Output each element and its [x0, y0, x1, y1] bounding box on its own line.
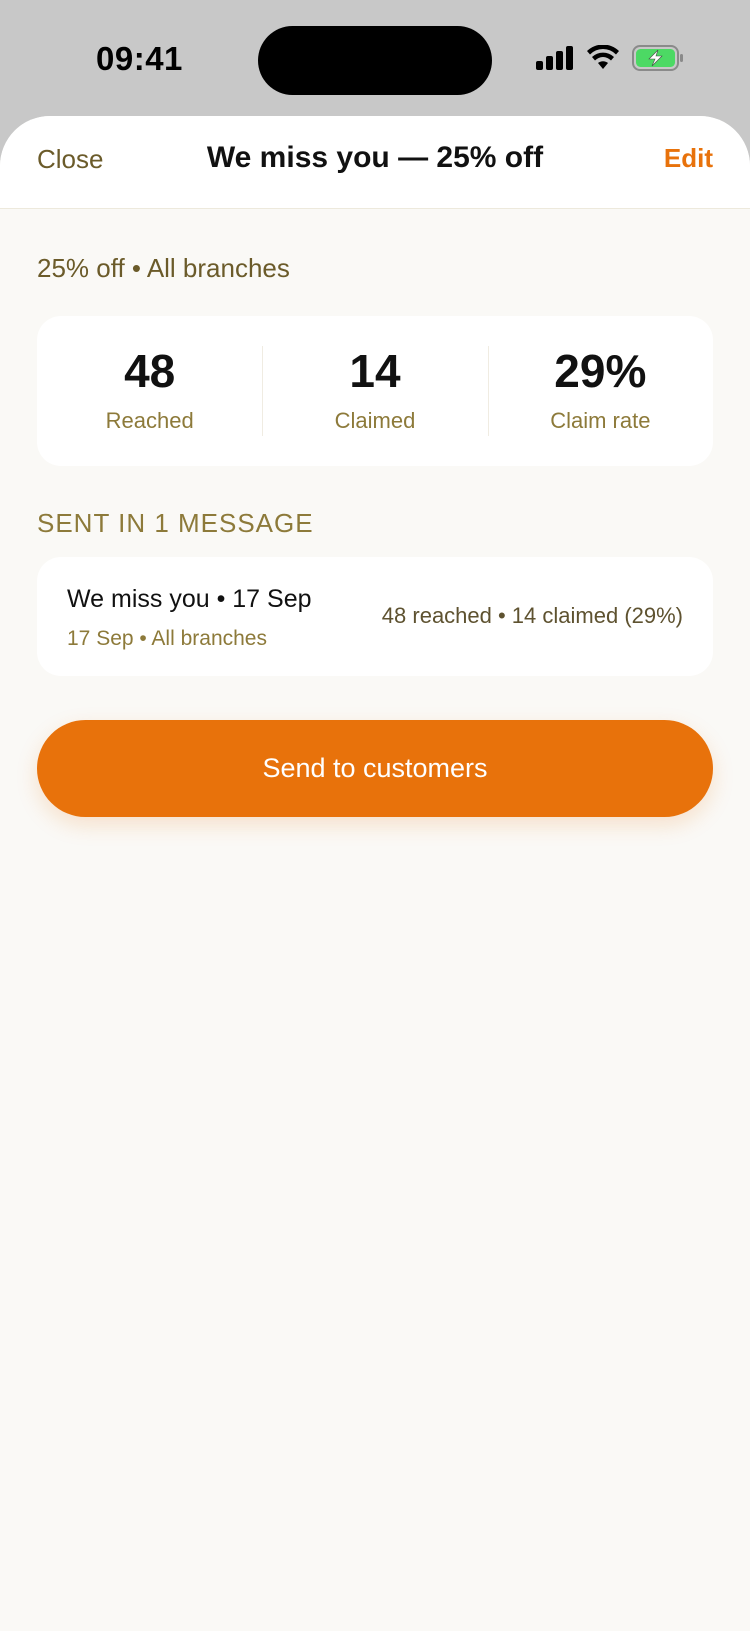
- page-title: We miss you — 25% off: [206, 141, 544, 174]
- send-to-customers-button[interactable]: Send to customers: [37, 720, 713, 817]
- stat-label: Claim rate: [550, 408, 651, 433]
- stat-label: Reached: [105, 408, 194, 433]
- offer-summary: 25% off • All branches: [37, 253, 290, 283]
- stats-card: 48 Reached 14 Claimed 29% Claim rate: [37, 316, 713, 466]
- message-title: We miss you • 17 Sep: [67, 585, 312, 613]
- stat-claimed: 14 Claimed: [262, 316, 487, 466]
- cellular-signal-icon: [536, 45, 574, 75]
- battery-charging-icon: [632, 44, 684, 76]
- sheet-header: Close We miss you — 25% off Edit: [0, 116, 750, 209]
- message-subtitle: 17 Sep • All branches: [67, 627, 267, 650]
- status-bar: 09:41: [0, 0, 750, 116]
- stat-claim-rate: 29% Claim rate: [487, 316, 713, 466]
- status-time: 09:41: [96, 40, 183, 77]
- stat-value: 48: [124, 345, 176, 397]
- edit-button[interactable]: Edit: [664, 143, 713, 174]
- message-stats: 48 reached • 14 claimed (29%): [381, 603, 683, 628]
- stat-value: 29%: [554, 345, 647, 397]
- status-icons: [536, 44, 684, 76]
- stat-label: Claimed: [334, 408, 416, 433]
- stat-reached: 48 Reached: [37, 316, 262, 466]
- stat-value: 14: [349, 345, 401, 397]
- section-header: SENT IN 1 MESSAGE: [37, 508, 314, 538]
- wifi-icon: [586, 44, 620, 76]
- dynamic-island: [258, 26, 492, 95]
- campaign-sheet: Close We miss you — 25% off Edit 25% off…: [0, 116, 750, 1631]
- list-item[interactable]: We miss you • 17 Sep 17 Sep • All branch…: [37, 557, 713, 676]
